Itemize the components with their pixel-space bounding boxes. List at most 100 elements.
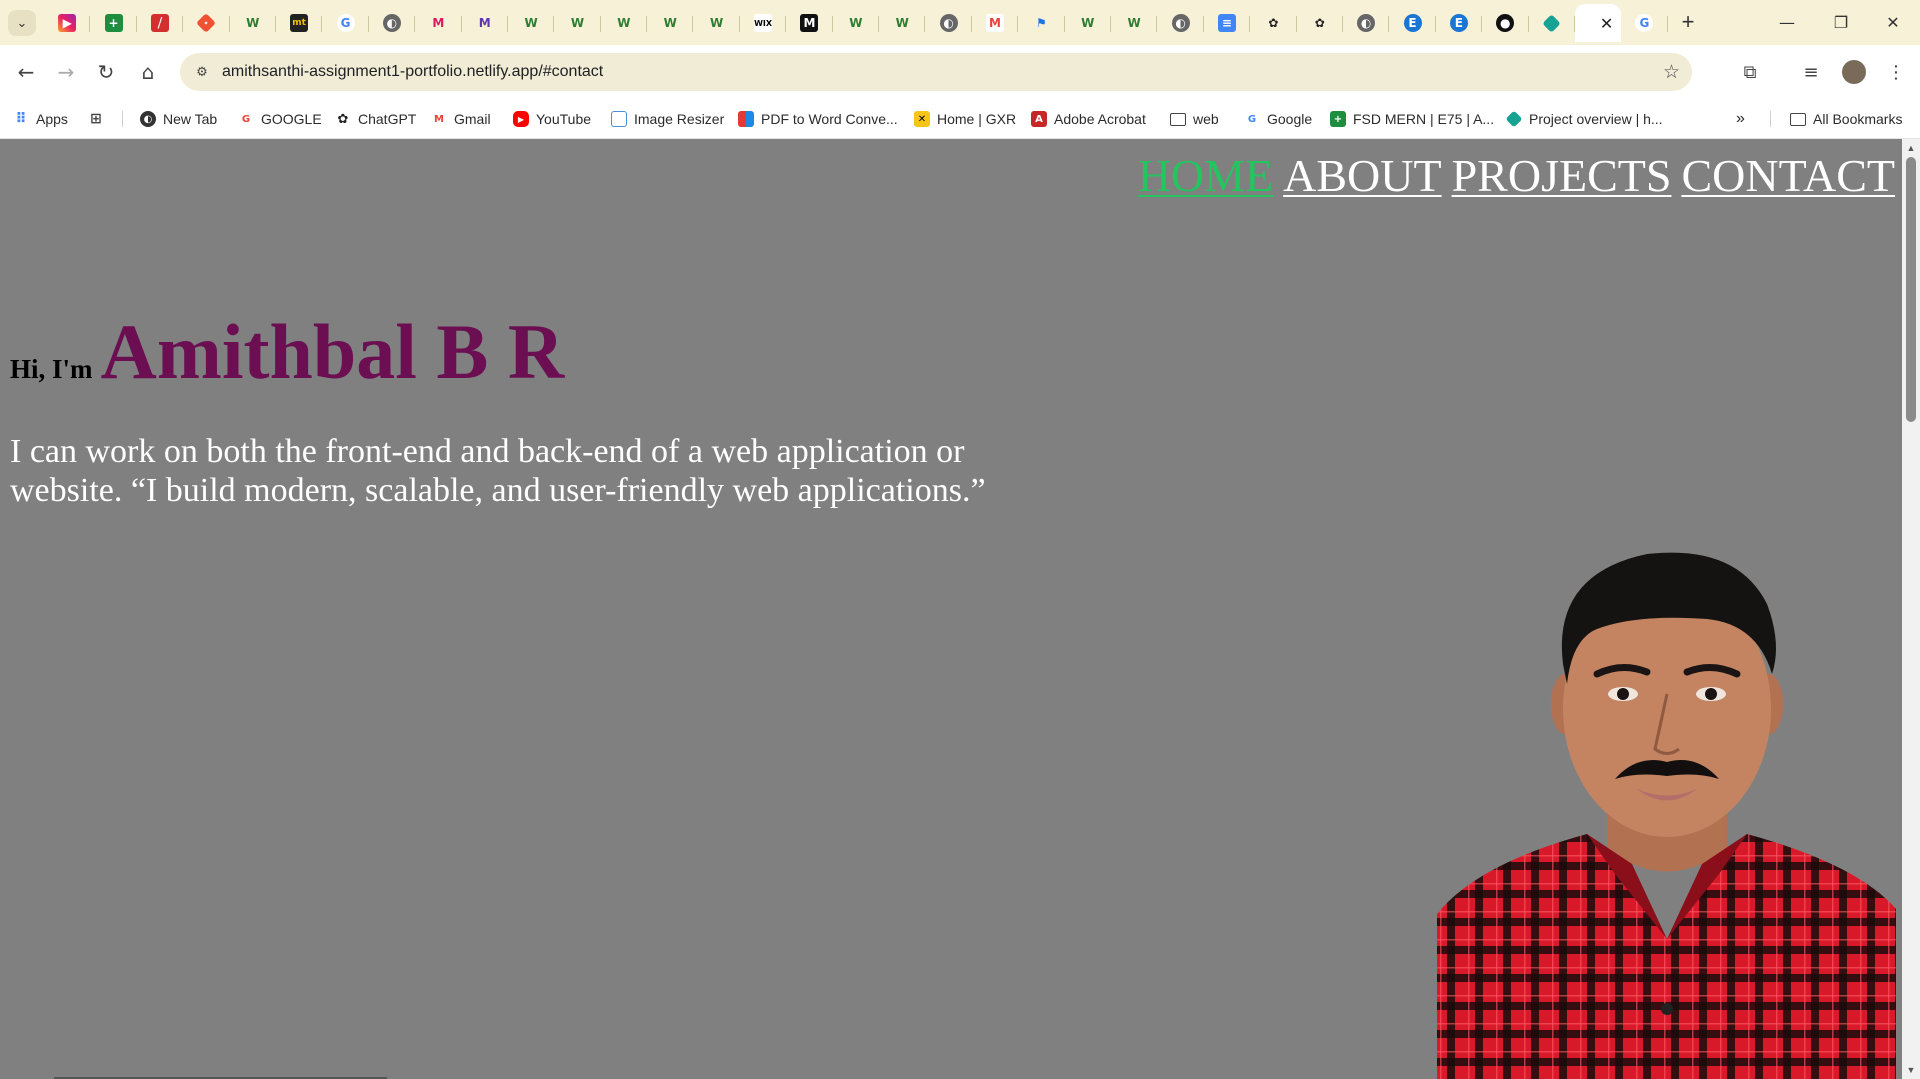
tab[interactable]: W	[601, 4, 648, 42]
tab[interactable]: ◐	[1157, 4, 1205, 42]
close-tab-icon[interactable]: ✕	[1600, 14, 1613, 34]
nav-about-link[interactable]: ABOUT	[1283, 149, 1441, 202]
github-icon: ●	[1496, 14, 1515, 32]
nav-contact-link[interactable]: CONTACT	[1681, 149, 1895, 202]
address-url[interactable]: amithsanthi-assignment1-portfolio.netlif…	[222, 63, 603, 81]
youtube-icon: ▶	[513, 111, 529, 127]
gmail-icon: M	[986, 14, 1004, 32]
bookmark-label: web	[1193, 111, 1219, 127]
tab[interactable]: WIX	[740, 4, 787, 42]
bookmark-home-gxr[interactable]: ✕ Home | GXR	[914, 109, 1016, 129]
bookmark-apps[interactable]: ⠿ Apps	[13, 109, 68, 129]
tab[interactable]	[1529, 4, 1576, 42]
hero-name: Amithbal B R	[100, 308, 565, 395]
tab[interactable]: W	[833, 4, 880, 42]
tab[interactable]: E	[1436, 4, 1483, 42]
bookmark-adobe-acrobat[interactable]: A Adobe Acrobat	[1031, 109, 1146, 129]
bookmark-pdf-to-word[interactable]: PDF to Word Conve...	[738, 109, 898, 129]
tab[interactable]: ⧸	[137, 4, 184, 42]
tab[interactable]: ◐	[369, 4, 416, 42]
forward-button[interactable]: →	[52, 58, 80, 86]
scroll-up-icon[interactable]: ▲	[1905, 143, 1917, 153]
tab[interactable]: W	[554, 4, 602, 42]
chevron-double-right-icon: »	[1736, 110, 1745, 127]
scroll-down-icon[interactable]: ▼	[1905, 1065, 1917, 1075]
google-icon: G	[1635, 14, 1654, 32]
home-button[interactable]: ⌂	[134, 58, 162, 86]
bookmark-label: GOOGLE	[261, 111, 322, 127]
google-icon: G	[1247, 113, 1257, 125]
bookmark-gmail[interactable]: M Gmail	[431, 109, 491, 129]
tab[interactable]: mt	[276, 4, 323, 42]
media-controls-button[interactable]: ≡	[1797, 58, 1825, 86]
minimize-button[interactable]: —	[1764, 8, 1810, 36]
bookmark-web-folder[interactable]: web	[1170, 109, 1219, 129]
tab[interactable]: +	[90, 4, 138, 42]
restore-button[interactable]: ❐	[1818, 8, 1864, 36]
bookmark-youtube[interactable]: ▶ YouTube	[513, 109, 591, 129]
bookmark-tab-groups[interactable]: ⊞	[88, 109, 111, 129]
tab-search-button[interactable]: ⌄	[8, 10, 36, 36]
extensions-button[interactable]: ⧉	[1736, 58, 1764, 86]
bookmark-image-resizer[interactable]: Image Resizer	[611, 109, 724, 129]
tab[interactable]: W	[508, 4, 555, 42]
bookmark-divider	[1770, 111, 1771, 127]
bookmark-fsd-mern[interactable]: + FSD MERN | E75 | A...	[1330, 109, 1494, 129]
w-icon: W	[524, 16, 538, 30]
tab[interactable]: ·	[183, 4, 230, 42]
sheets-icon: +	[1330, 111, 1346, 127]
pdf-icon	[738, 111, 754, 127]
profile-avatar[interactable]	[1842, 60, 1866, 84]
close-window-button[interactable]: ✕	[1870, 8, 1916, 36]
tab[interactable]: M	[415, 4, 462, 42]
tab[interactable]: ✿	[1250, 4, 1297, 42]
gxr-icon: ✕	[914, 111, 930, 127]
google-icon: G	[241, 113, 251, 125]
bookmark-project-overview[interactable]: Project overview | h...	[1505, 109, 1663, 129]
bookmark-chatgpt[interactable]: ✿ ChatGPT	[335, 109, 417, 129]
tab[interactable]: ⚑	[1018, 4, 1065, 42]
site-settings-icon[interactable]: ⚙	[192, 62, 212, 82]
folder-icon	[1170, 112, 1186, 126]
back-button[interactable]: ←	[12, 58, 40, 86]
active-tab[interactable]: ✕	[1574, 4, 1622, 42]
tab[interactable]: W	[1111, 4, 1158, 42]
tab[interactable]: ●	[1482, 4, 1529, 42]
tab-strip: ⌄ ▶ + ⧸ · W mt G ◐ M M W W W W W WIX M W…	[0, 0, 1920, 45]
tab[interactable]: W	[647, 4, 694, 42]
tab[interactable]: G	[1621, 4, 1669, 42]
tab[interactable]: W	[693, 4, 741, 42]
tab[interactable]: ≡	[1204, 4, 1251, 42]
more-bookmarks-button[interactable]: »	[1736, 109, 1745, 129]
tab[interactable]: W	[879, 4, 926, 42]
bookmark-google-2[interactable]: G Google	[1244, 109, 1312, 129]
tab[interactable]: E	[1389, 4, 1437, 42]
tab[interactable]: W	[1065, 4, 1112, 42]
tab[interactable]: ◐	[925, 4, 973, 42]
tab[interactable]: ✿	[1297, 4, 1344, 42]
vertical-scrollbar[interactable]: ▲ ▼	[1902, 139, 1920, 1079]
tab[interactable]: M	[972, 4, 1019, 42]
nav-projects-link[interactable]: PROJECTS	[1452, 149, 1672, 202]
portfolio-page: HOME ABOUT PROJECTS CONTACT Hi, I'm Amit…	[0, 139, 1902, 1079]
tab[interactable]: M	[786, 4, 834, 42]
scrollbar-thumb[interactable]	[1906, 157, 1916, 422]
new-tab-button[interactable]: +	[1674, 8, 1702, 36]
tab[interactable]: W	[230, 4, 277, 42]
slides-icon: ⧸	[150, 14, 169, 32]
tab[interactable]: ◐	[1343, 4, 1390, 42]
media-icon: ≡	[1803, 61, 1819, 83]
bookmark-label: ChatGPT	[358, 111, 417, 127]
nav-home-link[interactable]: HOME	[1138, 149, 1273, 202]
bookmark-google[interactable]: G GOOGLE	[238, 109, 322, 129]
all-bookmarks-button[interactable]: All Bookmarks	[1790, 109, 1902, 129]
tab[interactable]: M	[462, 4, 509, 42]
menu-button[interactable]: ⋮	[1882, 58, 1910, 86]
arrow-left-icon: ←	[17, 60, 35, 84]
reload-button[interactable]: ↻	[92, 58, 120, 86]
tab[interactable]: G	[322, 4, 370, 42]
tab[interactable]: ▶	[44, 4, 91, 42]
bookmark-star-icon[interactable]: ☆	[1663, 61, 1680, 83]
address-bar[interactable]: ⚙ amithsanthi-assignment1-portfolio.netl…	[180, 53, 1692, 91]
bookmark-new-tab[interactable]: ◐ New Tab	[140, 109, 217, 129]
